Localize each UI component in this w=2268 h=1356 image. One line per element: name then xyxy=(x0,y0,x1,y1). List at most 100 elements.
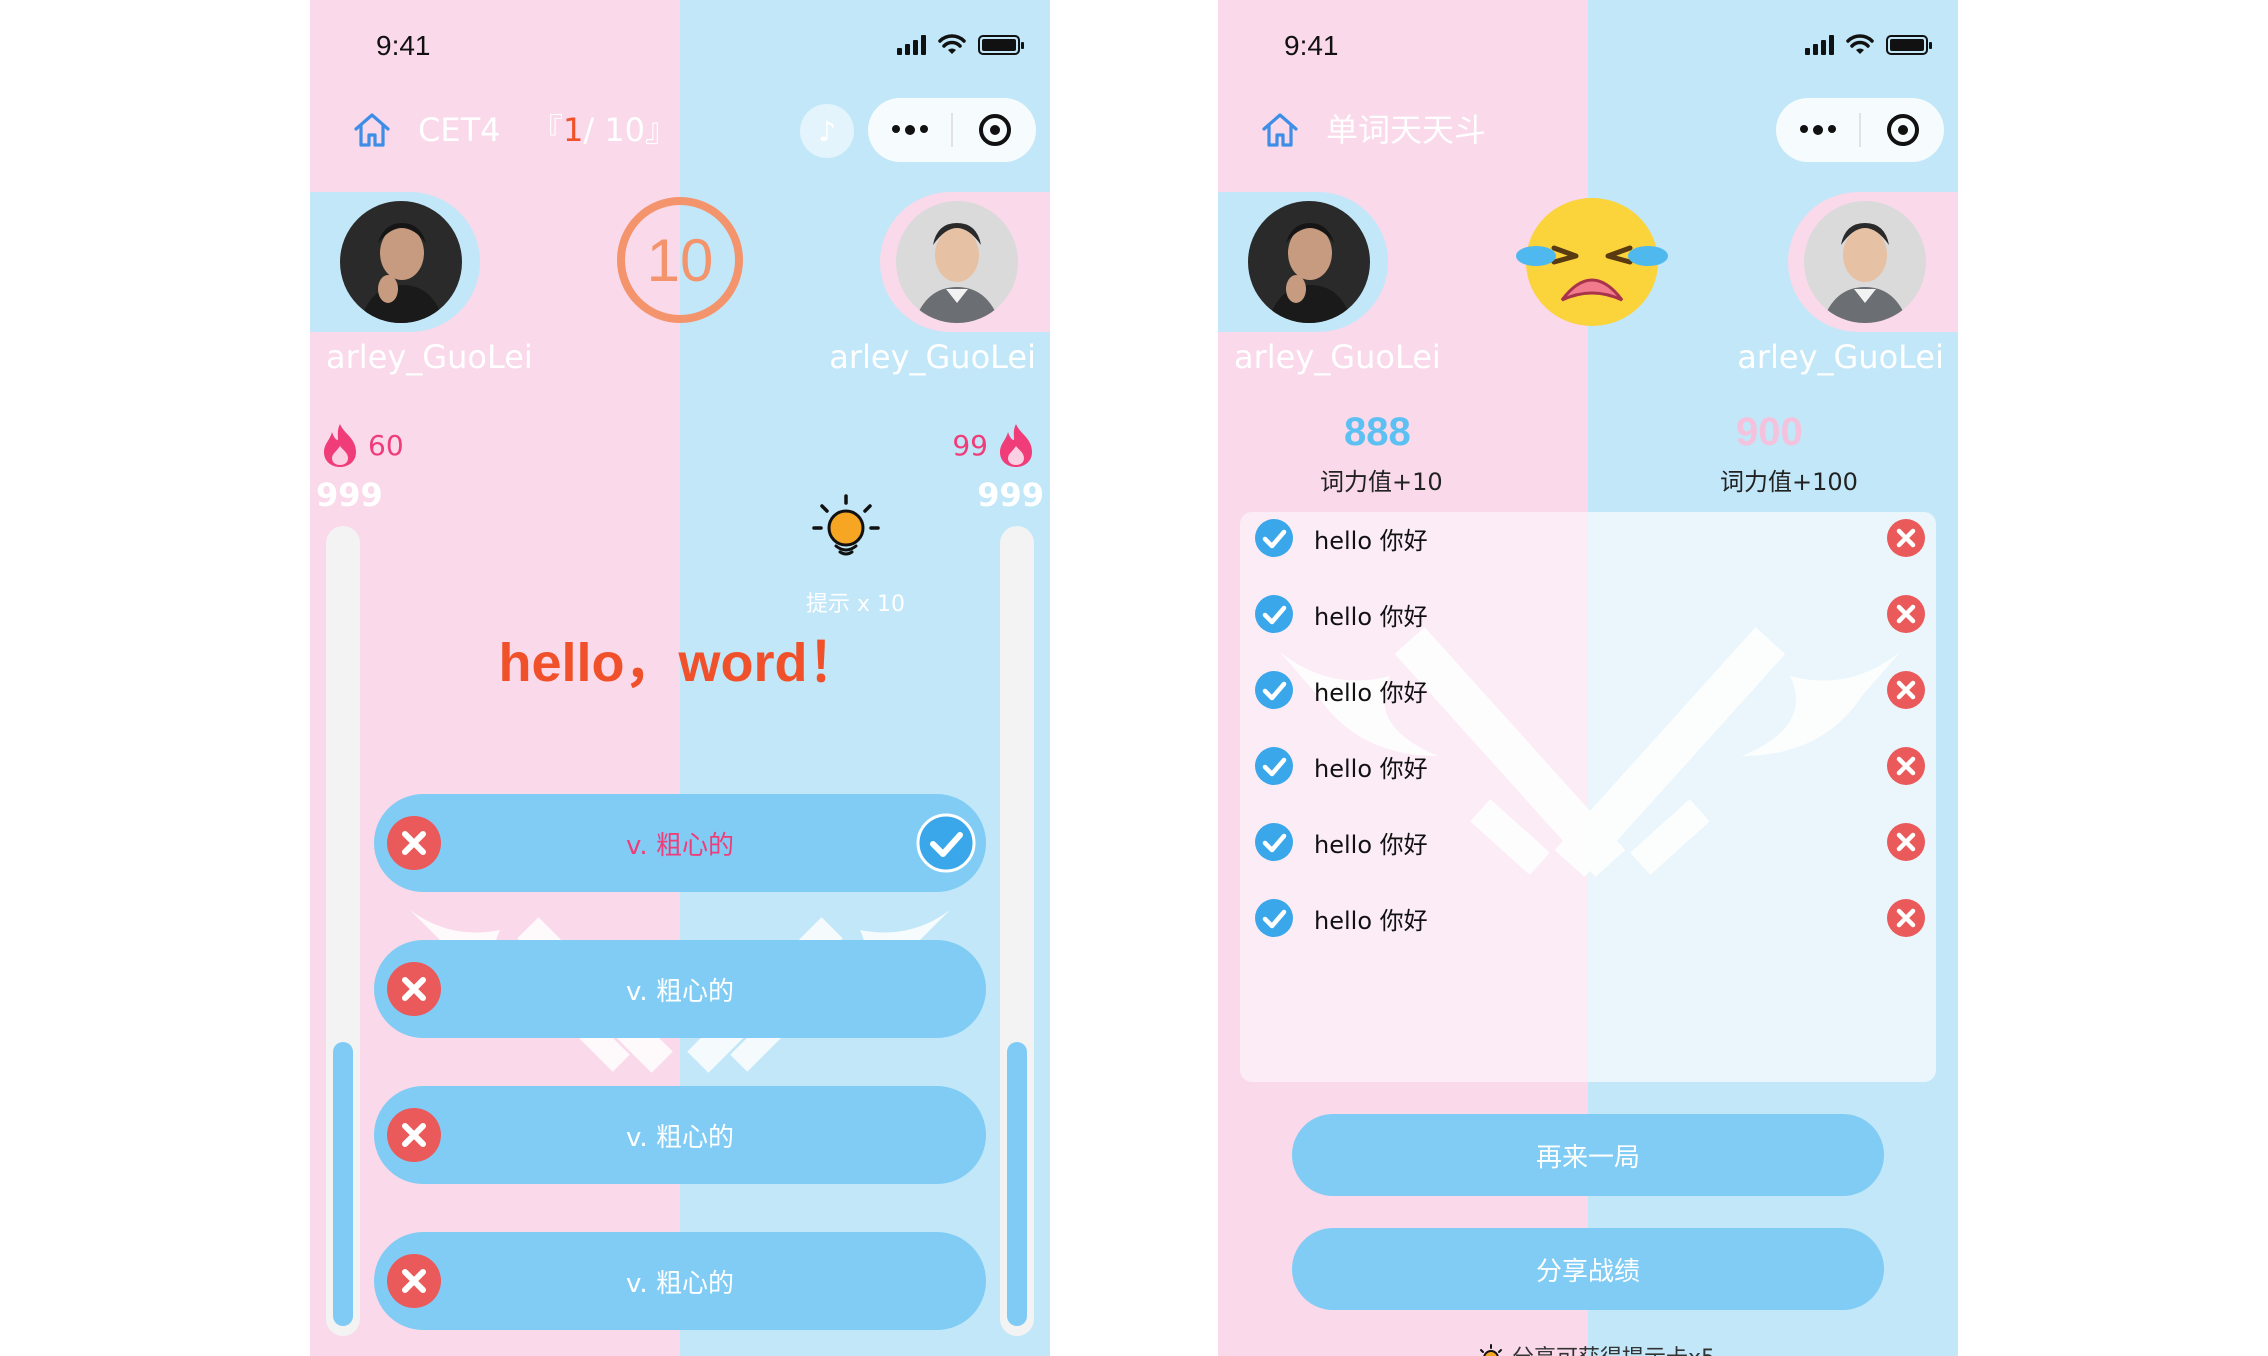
check-icon xyxy=(1254,746,1294,786)
more-button[interactable] xyxy=(868,98,951,162)
left-avatar-frame xyxy=(1218,192,1388,332)
left-score: 999 xyxy=(316,476,383,514)
cross-icon xyxy=(386,815,442,871)
right-avatar-frame xyxy=(880,192,1050,332)
review-row[interactable]: hello 你好 xyxy=(1240,652,1936,728)
share-result-button[interactable]: 分享战绩 xyxy=(1292,1228,1884,1310)
countdown-timer: 10 xyxy=(617,197,743,323)
status-icons xyxy=(1805,34,1932,56)
close-button[interactable] xyxy=(1861,98,1944,162)
play-again-button[interactable]: 再来一局 xyxy=(1292,1114,1884,1196)
status-time: 9:41 xyxy=(376,30,431,61)
left-avatar[interactable] xyxy=(1248,201,1370,323)
cross-icon xyxy=(1886,518,1926,558)
right-avatar-frame xyxy=(1788,192,1958,332)
status-time: 9:41 xyxy=(1284,30,1339,61)
left-avatar-frame xyxy=(310,192,480,332)
status-icons xyxy=(897,34,1024,56)
answer-option-4[interactable]: v. 粗心的 xyxy=(374,1232,986,1330)
right-player-name: arley_GuoLei xyxy=(1737,338,1944,376)
result-screen: 9:41 单词天天斗 arley_GuoLei arley_GuoLei 888… xyxy=(1218,0,1958,1356)
battery-icon xyxy=(978,35,1024,55)
cross-icon xyxy=(1886,898,1926,938)
review-row-text: hello 你好 xyxy=(1314,754,1428,783)
answer-option-label: v. 粗心的 xyxy=(626,1268,734,1299)
cross-icon xyxy=(1886,594,1926,634)
right-progress-fill xyxy=(1007,1042,1027,1326)
review-row[interactable]: hello 你好 xyxy=(1240,880,1936,956)
music-button[interactable]: ♪ xyxy=(800,104,854,158)
right-streak-value: 99 xyxy=(952,428,988,462)
answer-option-label: v. 粗心的 xyxy=(626,976,734,1007)
answer-option-3[interactable]: v. 粗心的 xyxy=(374,1086,986,1184)
review-row-text: hello 你好 xyxy=(1314,602,1428,631)
review-row[interactable]: hello 你好 xyxy=(1240,728,1936,804)
fire-icon xyxy=(324,424,356,467)
mini-program-capsule xyxy=(1776,98,1944,162)
review-row-text: hello 你好 xyxy=(1314,678,1428,707)
share-note: 分享可获得提示卡x5 xyxy=(1478,1340,1715,1356)
right-power-delta: 词力值+100 xyxy=(1720,468,1858,496)
review-row[interactable]: hello 你好 xyxy=(1240,804,1936,880)
game-screen: 9:41 CET4 『1/ 10』 ♪ arley_GuoLei arley_G… xyxy=(310,0,1050,1356)
answer-option-2[interactable]: v. 粗心的 xyxy=(374,940,986,1038)
battery-icon xyxy=(1886,35,1932,55)
cross-icon xyxy=(1886,822,1926,862)
check-icon xyxy=(1254,898,1294,938)
right-final-score: 900 xyxy=(1736,410,1803,454)
result-title: 单词天天斗 xyxy=(1326,111,1487,149)
cross-icon xyxy=(1886,746,1926,786)
question-word: hello，word！ xyxy=(498,633,862,693)
check-icon xyxy=(1254,822,1294,862)
home-icon[interactable] xyxy=(1258,108,1302,152)
cross-icon xyxy=(1886,670,1926,710)
left-streak: 60 xyxy=(320,422,404,468)
left-final-score: 888 xyxy=(1344,410,1411,454)
review-row-text: hello 你好 xyxy=(1314,906,1428,935)
check-icon xyxy=(1254,594,1294,634)
answer-review-panel: hello 你好 hello 你好 hello 你好 hello 你好 hello 你好… xyxy=(1240,512,1936,1082)
page-indicator: 『1/ 10』 xyxy=(530,111,678,149)
left-player-name: arley_GuoLei xyxy=(1234,338,1441,376)
check-icon xyxy=(916,813,976,873)
cross-icon xyxy=(386,1253,442,1309)
cross-icon xyxy=(386,1107,442,1163)
answer-option-label: v. 粗心的 xyxy=(626,830,734,861)
more-button[interactable] xyxy=(1776,98,1859,162)
review-row-text: hello 你好 xyxy=(1314,830,1428,859)
cross-icon xyxy=(386,961,442,1017)
signal-icon xyxy=(1805,35,1834,55)
mini-program-capsule xyxy=(868,98,1036,162)
answer-option-label: v. 粗心的 xyxy=(626,1122,734,1153)
left-progress-fill xyxy=(333,1042,353,1326)
right-score: 999 xyxy=(977,476,1044,514)
left-avatar[interactable] xyxy=(340,201,462,323)
check-icon xyxy=(1254,518,1294,558)
hint-count: 提示 x 10 xyxy=(806,592,906,617)
review-row[interactable]: hello 你好 xyxy=(1240,576,1936,652)
left-player-name: arley_GuoLei xyxy=(326,338,533,376)
target-icon xyxy=(978,114,1011,146)
wifi-icon xyxy=(1846,34,1874,54)
more-dots-icon xyxy=(1799,125,1836,135)
crying-emoji-icon xyxy=(1516,198,1668,326)
fire-icon xyxy=(1000,424,1032,467)
left-power-delta: 词力值+10 xyxy=(1320,468,1443,496)
target-icon xyxy=(1886,114,1919,146)
signal-icon xyxy=(897,35,926,55)
left-streak-value: 60 xyxy=(368,428,404,462)
more-dots-icon xyxy=(891,125,928,135)
wifi-icon xyxy=(938,34,966,54)
lightbulb-icon[interactable] xyxy=(812,492,884,564)
review-row-text: hello 你好 xyxy=(1314,526,1428,555)
check-icon xyxy=(1254,670,1294,710)
nav-title: CET4 『1/ 10』 xyxy=(418,108,677,152)
right-avatar[interactable] xyxy=(896,201,1018,323)
close-button[interactable] xyxy=(953,98,1036,162)
answer-option-1[interactable]: v. 粗心的 xyxy=(374,794,986,892)
right-streak: 99 xyxy=(952,422,1036,468)
level-label: CET4 xyxy=(418,111,501,149)
right-avatar[interactable] xyxy=(1804,201,1926,323)
review-row[interactable]: hello 你好 xyxy=(1240,512,1936,576)
home-icon[interactable] xyxy=(350,108,394,152)
